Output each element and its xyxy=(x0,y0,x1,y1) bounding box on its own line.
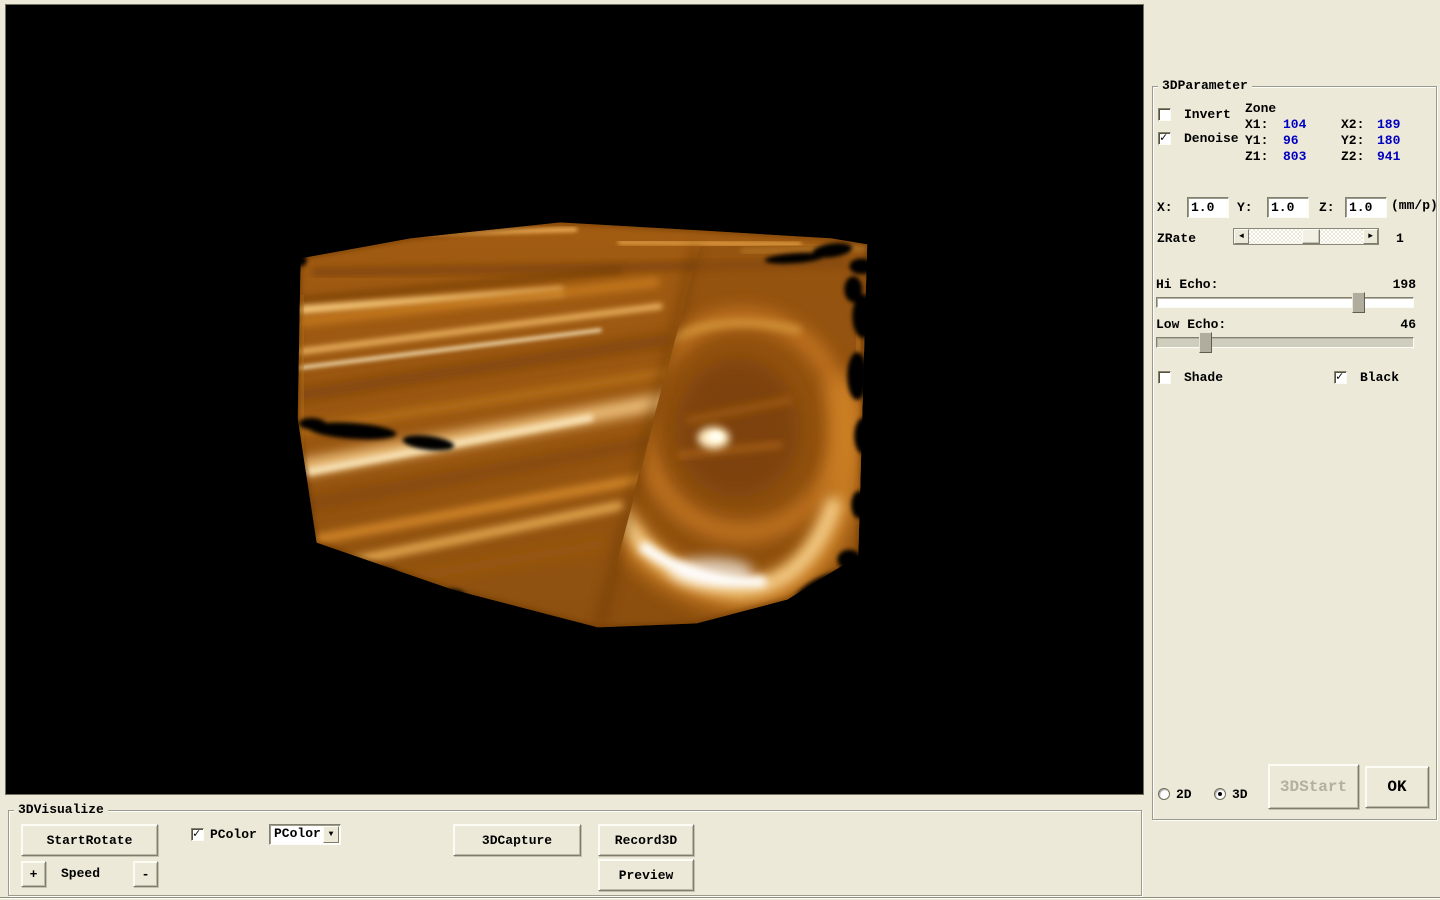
mode-2d-radio[interactable] xyxy=(1158,788,1170,800)
zone-z2-value: 941 xyxy=(1377,149,1427,165)
zone-z1-value: 803 xyxy=(1283,149,1341,165)
zone-x1-label: X1: xyxy=(1245,117,1283,133)
speed-label: Speed xyxy=(61,866,100,881)
render-viewport[interactable] xyxy=(5,4,1144,795)
x-scale-label: X: xyxy=(1157,200,1173,215)
shade-label: Shade xyxy=(1184,370,1223,385)
zone-label: Zone xyxy=(1245,101,1276,116)
z-scale-label: Z: xyxy=(1319,200,1335,215)
denoise-checkbox[interactable]: ✓ xyxy=(1158,132,1171,145)
capture-button[interactable]: 3DCapture xyxy=(453,824,581,856)
low-echo-label: Low Echo: xyxy=(1156,317,1226,332)
pcolor-label: PColor xyxy=(210,827,257,842)
check-icon: ✓ xyxy=(1336,372,1346,382)
zone-y1-label: Y1: xyxy=(1245,133,1283,149)
low-echo-thumb[interactable] xyxy=(1199,332,1212,353)
denoise-label: Denoise xyxy=(1184,131,1239,146)
start3d-button[interactable]: 3DStart xyxy=(1268,764,1359,809)
zrate-label: ZRate xyxy=(1157,231,1196,246)
hi-echo-value: 198 xyxy=(1383,277,1416,292)
param-groupbox: 3DParameter ✓ Invert ✓ Denoise Zone X1: … xyxy=(1152,86,1437,820)
z-scale-input[interactable] xyxy=(1345,197,1387,218)
zone-x1-value: 104 xyxy=(1283,117,1341,133)
window-bottom-edge xyxy=(0,897,1440,899)
check-icon: ✓ xyxy=(1160,133,1170,143)
ok-button[interactable]: OK xyxy=(1365,766,1429,808)
dropdown-arrow-icon[interactable]: ▼ xyxy=(323,826,339,843)
invert-checkbox[interactable]: ✓ xyxy=(1158,108,1171,121)
mode-2d-label: 2D xyxy=(1176,787,1192,802)
black-label: Black xyxy=(1360,370,1399,385)
zrate-thumb[interactable] xyxy=(1302,229,1320,244)
record-button[interactable]: Record3D xyxy=(598,824,694,856)
invert-label: Invert xyxy=(1184,107,1231,122)
low-echo-value: 46 xyxy=(1383,317,1416,332)
low-echo-slider[interactable] xyxy=(1156,337,1414,348)
check-icon: ✓ xyxy=(193,829,203,839)
zone-x2-value: 189 xyxy=(1377,117,1427,133)
x-scale-input[interactable] xyxy=(1187,197,1229,218)
zone-y2-label: Y2: xyxy=(1341,133,1377,149)
shade-checkbox[interactable]: ✓ xyxy=(1158,371,1171,384)
zone-x2-label: X2: xyxy=(1341,117,1377,133)
scale-unit-label: (mm/p) xyxy=(1391,198,1438,213)
pcolor-dropdown[interactable]: PColor ▼ xyxy=(269,824,341,845)
preview-button[interactable]: Preview xyxy=(598,859,694,891)
pcolor-dropdown-value: PColor xyxy=(274,826,321,841)
visualize-title: 3DVisualize xyxy=(14,802,108,818)
hi-echo-slider[interactable] xyxy=(1156,297,1414,308)
y-scale-input[interactable] xyxy=(1267,197,1309,218)
param-title: 3DParameter xyxy=(1158,78,1252,94)
pcolor-checkbox[interactable]: ✓ xyxy=(191,828,204,841)
zone-z2-label: Z2: xyxy=(1341,149,1377,165)
zrate-scrollbar[interactable]: ◄ ► xyxy=(1233,228,1379,245)
zone-table: X1: 104 X2: 189 Y1: 96 Y2: 180 Z1: 803 Z… xyxy=(1245,117,1427,165)
y-scale-label: Y: xyxy=(1237,200,1253,215)
zone-y1-value: 96 xyxy=(1283,133,1341,149)
zrate-left-arrow-icon[interactable]: ◄ xyxy=(1234,229,1249,244)
speed-plus-button[interactable]: + xyxy=(21,861,46,887)
black-checkbox[interactable]: ✓ xyxy=(1334,371,1347,384)
hi-echo-thumb[interactable] xyxy=(1352,292,1365,313)
zone-z1-label: Z1: xyxy=(1245,149,1283,165)
start-rotate-button[interactable]: StartRotate xyxy=(21,824,158,856)
hi-echo-label: Hi Echo: xyxy=(1156,277,1218,292)
speed-minus-button[interactable]: - xyxy=(133,861,158,887)
radio-dot xyxy=(1218,792,1222,796)
zone-y2-value: 180 xyxy=(1377,133,1427,149)
visualize-groupbox: 3DVisualize StartRotate + Speed - ✓ PCol… xyxy=(8,810,1142,896)
zrate-value: 1 xyxy=(1396,231,1404,246)
volume-render xyxy=(6,5,1143,794)
zrate-right-arrow-icon[interactable]: ► xyxy=(1363,229,1378,244)
zrate-track[interactable] xyxy=(1249,229,1363,244)
mode-3d-label: 3D xyxy=(1232,787,1248,802)
mode-3d-radio[interactable] xyxy=(1214,788,1226,800)
